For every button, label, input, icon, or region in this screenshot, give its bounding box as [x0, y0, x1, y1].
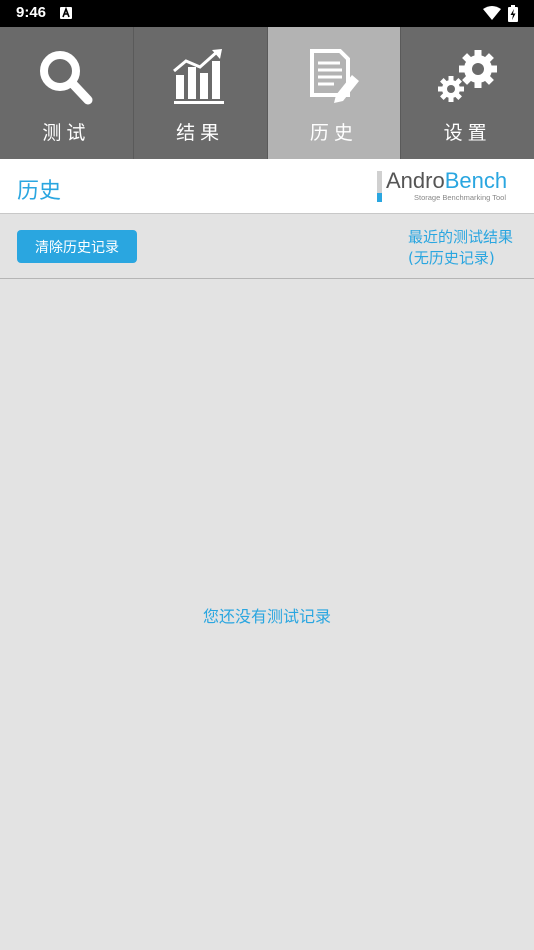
- tab-settings[interactable]: 设置: [401, 27, 534, 159]
- tab-test[interactable]: 测试: [0, 27, 134, 159]
- logo-subtitle: Storage Benchmarking Tool: [414, 193, 506, 202]
- action-bar: 清除历史记录 最近的测试结果 (无历史记录): [0, 215, 534, 279]
- logo-name-bench: Bench: [444, 168, 508, 193]
- search-icon: [40, 51, 93, 105]
- document-edit-icon: [309, 49, 359, 103]
- logo-bar-blue: [377, 193, 382, 202]
- notification-a-icon: [60, 7, 72, 19]
- page-title: 历史: [17, 179, 62, 204]
- tab-label: 测试: [42, 122, 91, 144]
- androbench-logo: AndroBench Storage Benchmarking Tool: [377, 168, 522, 204]
- recent-results-title: 最近的测试结果: [408, 228, 514, 246]
- logo-name: AndroBench: [386, 168, 507, 194]
- tab-label: 历史: [309, 122, 358, 144]
- status-bar: 9:46: [0, 0, 534, 27]
- status-time: 9:46: [16, 4, 47, 21]
- gears-icon: [437, 50, 497, 102]
- tab-results[interactable]: 结果: [133, 27, 268, 159]
- tab-history[interactable]: 历史: [267, 27, 402, 159]
- tab-label: 设置: [443, 122, 492, 144]
- logo-bar-grey: [377, 171, 382, 193]
- clear-history-button[interactable]: 清除历史记录: [17, 230, 137, 263]
- tab-bar: 测试 结果 历史 设置: [0, 27, 534, 159]
- recent-results-status: (无历史记录): [408, 249, 495, 267]
- empty-history-message: 您还没有测试记录: [202, 607, 331, 626]
- logo-name-andro: Andro: [386, 168, 445, 193]
- recent-results-info: 最近的测试结果 (无历史记录): [408, 227, 513, 269]
- bar-chart-icon: [173, 49, 225, 104]
- page-header: 历史 AndroBench Storage Benchmarking Tool: [0, 159, 534, 214]
- tab-label: 结果: [176, 122, 225, 144]
- wifi-icon: [483, 6, 501, 20]
- battery-charging-icon: [508, 5, 518, 22]
